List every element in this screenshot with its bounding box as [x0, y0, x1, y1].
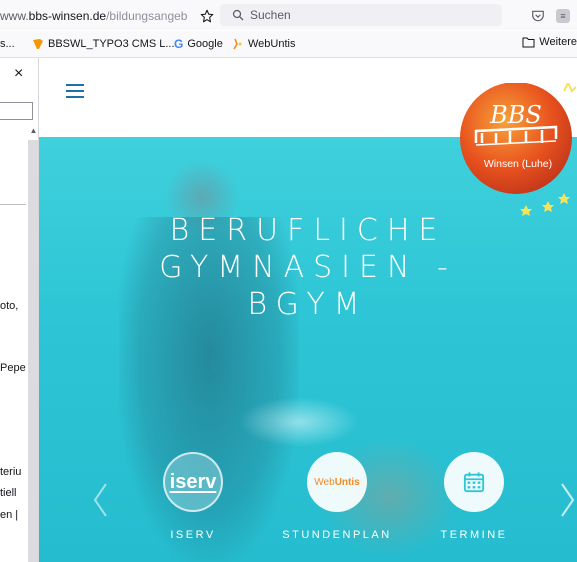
- webuntis-icon: [232, 38, 244, 50]
- extension-icon[interactable]: ≡: [553, 6, 573, 26]
- title-line: GYMNASIEN -: [159, 250, 457, 285]
- bookmark-item-google[interactable]: G Google: [174, 36, 223, 52]
- search-input[interactable]: Suchen: [220, 4, 502, 26]
- search-placeholder: Suchen: [250, 8, 291, 22]
- bookmark-label: s...: [0, 38, 15, 50]
- title-line: BGYM: [247, 287, 369, 322]
- logo-subtitle: Winsen (Luhe): [484, 158, 552, 170]
- bbs-logo[interactable]: BBS Winsen (Luhe): [456, 80, 577, 223]
- carousel-prev-icon[interactable]: [91, 482, 111, 518]
- bookmark-item-webuntis[interactable]: WebUntis: [232, 36, 295, 52]
- close-icon[interactable]: ×: [14, 66, 23, 82]
- bookmark-label: Google: [187, 38, 223, 50]
- bookmark-star-icon[interactable]: [197, 6, 217, 26]
- page-title: BERUFLICHE GYMNASIEN - BGYM: [39, 212, 577, 323]
- sidebar-panel: × ▲ oto, Pepe teriu tiell en |: [0, 58, 39, 562]
- webuntis-logo-icon: WebUntis: [307, 452, 367, 512]
- logo-text: BBS: [489, 101, 542, 129]
- sidebar-text: Pepe: [0, 362, 26, 374]
- other-bookmarks-label: Weitere: [539, 36, 577, 48]
- bookmark-label: WebUntis: [248, 38, 296, 50]
- folder-icon: [522, 37, 535, 48]
- quicklink-termine[interactable]: TERMINE: [419, 452, 529, 541]
- other-bookmarks[interactable]: Weitere: [522, 36, 577, 48]
- iserv-icon: iserv: [163, 452, 223, 512]
- divider: [0, 204, 26, 205]
- carousel-next-icon[interactable]: [557, 482, 577, 518]
- calendar-icon: [444, 452, 504, 512]
- typo3-icon: [32, 38, 44, 50]
- browser-toolbar: www.bbs-winsen.de/bildungsangeb Suchen ≡: [0, 0, 577, 30]
- pocket-icon[interactable]: [528, 6, 548, 26]
- bookmarks-bar: s... BBSWL_TYPO3 CMS L... G Google WebUn…: [0, 31, 577, 58]
- menu-icon[interactable]: [66, 84, 84, 98]
- webuntis-logo-prefix: Web: [314, 476, 335, 488]
- bookmark-item[interactable]: s...: [0, 36, 15, 52]
- iserv-logo-text: iserv: [169, 470, 217, 493]
- webuntis-logo-suffix: Untis: [334, 476, 360, 488]
- quicklink-stundenplan[interactable]: WebUntis STUNDENPLAN: [282, 452, 392, 541]
- google-icon: G: [174, 37, 184, 51]
- url-host: bbs-winsen.de: [28, 9, 107, 23]
- url-prefix: www.: [0, 9, 29, 23]
- quicklink-label: ISERV: [170, 529, 216, 541]
- sidebar-scrollbar[interactable]: [28, 140, 38, 562]
- sidebar-text: tiell: [0, 487, 17, 499]
- quicklink-label: TERMINE: [440, 529, 508, 541]
- sidebar-text: teriu: [0, 466, 22, 478]
- bookmark-item-typo3[interactable]: BBSWL_TYPO3 CMS L...: [32, 36, 175, 52]
- quicklink-label: STUNDENPLAN: [282, 529, 392, 541]
- url-path: /bildungsangeb: [106, 9, 188, 23]
- quicklink-iserv[interactable]: iserv ISERV: [138, 452, 248, 541]
- bookmark-label: BBSWL_TYPO3 CMS L...: [48, 38, 175, 50]
- sidebar-text: oto,: [0, 300, 19, 312]
- sidebar-text: en |: [0, 509, 19, 521]
- url-field[interactable]: www.bbs-winsen.de/bildungsangeb: [0, 5, 213, 27]
- scroll-up-icon[interactable]: ▲: [29, 126, 38, 136]
- sidebar-input[interactable]: [0, 102, 33, 120]
- search-icon: [232, 9, 244, 21]
